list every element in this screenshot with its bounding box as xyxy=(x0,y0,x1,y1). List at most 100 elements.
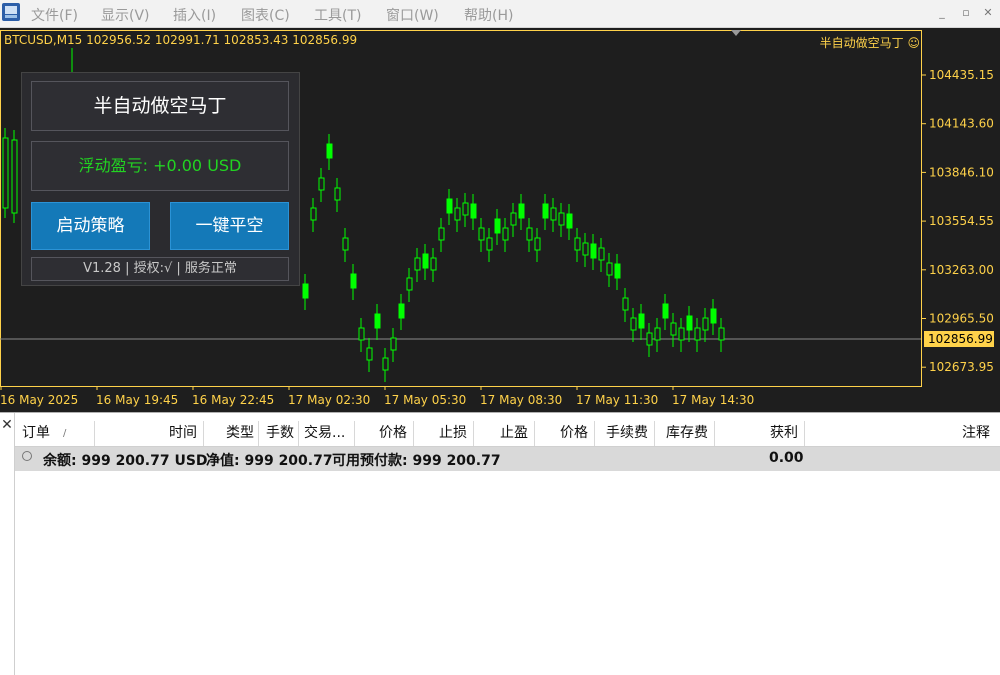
candle-body xyxy=(422,253,429,269)
candle-body xyxy=(566,213,573,229)
restore-button[interactable]: ▫ xyxy=(958,5,974,21)
menu-charts[interactable]: 图表(C) xyxy=(241,5,290,25)
candle-body xyxy=(502,227,509,241)
time-tick-label: 17 May 08:30 xyxy=(480,393,562,407)
col-stop-loss[interactable]: 止损 xyxy=(414,421,474,446)
candle-body xyxy=(582,242,589,256)
floating-pnl: 浮动盈亏: +0.00 USD xyxy=(31,141,289,191)
candle-body xyxy=(558,212,565,226)
price-tick-label: 102673.95 xyxy=(929,360,994,374)
candle-body xyxy=(478,227,485,241)
menu-tools[interactable]: 工具(T) xyxy=(314,5,361,25)
candle-body xyxy=(486,237,493,251)
candle-body xyxy=(702,317,709,331)
candle-body xyxy=(374,313,381,329)
sort-icon: / xyxy=(63,428,67,439)
price-tick-label: 103846.10 xyxy=(929,165,994,179)
candle-body xyxy=(630,317,637,331)
time-tick-label: 17 May 14:30 xyxy=(672,393,754,407)
balance-row[interactable]: 余额: 999 200.77 USD 净值: 999 200.77 可用预付款:… xyxy=(15,447,1000,471)
col-lots[interactable]: 手数 xyxy=(259,421,299,446)
price-tick-label: 103554.55 xyxy=(929,214,994,228)
col-swap[interactable]: 库存费 xyxy=(655,421,715,446)
menu-view[interactable]: 显示(V) xyxy=(101,5,150,25)
col-order[interactable]: 订单 / xyxy=(15,421,95,446)
close-window-button[interactable]: ✕ xyxy=(980,5,996,21)
terminal-panel: ✕ 订单 / 时间 类型 手数 交易... 价格 止损 止盈 价格 手续费 库存… xyxy=(0,412,1000,675)
candle-body xyxy=(382,357,389,371)
ea-panel: 半自动做空马丁 浮动盈亏: +0.00 USD 启动策略 一键平空 V1.28 … xyxy=(21,72,300,286)
candle-body xyxy=(694,327,701,341)
col-profit[interactable]: 获利 xyxy=(715,421,805,446)
menu-insert[interactable]: 插入(I) xyxy=(173,5,216,25)
price-tick-label: 103263.00 xyxy=(929,263,994,277)
candle-body xyxy=(598,247,605,261)
candle-body xyxy=(718,327,725,341)
time-tick-label: 17 May 02:30 xyxy=(288,393,370,407)
candle-body xyxy=(406,277,413,291)
candle-body xyxy=(470,203,477,219)
candle-body xyxy=(302,283,309,299)
menu-window[interactable]: 窗口(W) xyxy=(386,5,439,25)
price-chart[interactable]: 104435.15 104143.60 103846.10 103554.55 1032… xyxy=(0,28,1000,412)
menu-file[interactable]: 文件(F) xyxy=(31,5,78,25)
orders-header: 订单 / 时间 类型 手数 交易... 价格 止损 止盈 价格 手续费 库存费 … xyxy=(15,421,1000,447)
symbol-title: BTCUSD,M15 102956.52 102991.71 102853.43… xyxy=(4,33,358,47)
col-current-price[interactable]: 价格 xyxy=(535,421,595,446)
candle-body xyxy=(318,177,325,191)
candle-body xyxy=(462,202,469,216)
ea-label: 半自动做空马丁 ☺ xyxy=(819,36,920,50)
col-take-profit[interactable]: 止盈 xyxy=(474,421,535,446)
candle-body xyxy=(534,237,541,251)
ea-status: V1.28 | 授权:√ | 服务正常 xyxy=(31,257,289,281)
app-logo-icon[interactable] xyxy=(2,3,20,21)
price-tick-label: 104143.60 xyxy=(929,117,994,131)
col-comment[interactable]: 注释 xyxy=(805,421,1000,446)
time-tick-label: 16 May 22:45 xyxy=(192,393,274,407)
candle-body xyxy=(686,315,693,331)
close-all-short-button[interactable]: 一键平空 xyxy=(170,202,289,250)
free-margin-value: 可用预付款: 999 200.77 xyxy=(332,453,501,469)
candle-body xyxy=(342,237,349,251)
candle-body xyxy=(606,262,613,276)
candle-body xyxy=(638,313,645,329)
candle-body xyxy=(542,203,549,219)
col-symbol[interactable]: 交易... xyxy=(299,421,355,446)
price-tick-label: 104435.15 xyxy=(929,68,994,82)
menu-bar: 文件(F) 显示(V) 插入(I) 图表(C) 工具(T) 窗口(W) 帮助(H… xyxy=(0,0,1000,28)
candle-body xyxy=(446,198,453,214)
candle-body xyxy=(2,137,9,209)
scroll-marker xyxy=(731,30,741,36)
candle-body xyxy=(358,327,365,341)
equity-value: 净值: 999 200.77 xyxy=(206,453,333,469)
candle-body xyxy=(414,257,421,271)
price-tick-label: 102965.50 xyxy=(929,312,994,326)
col-time[interactable]: 时间 xyxy=(95,421,204,446)
candle-body xyxy=(614,263,621,279)
candle-body xyxy=(398,303,405,319)
candle-body xyxy=(590,243,597,259)
col-commission[interactable]: 手续费 xyxy=(595,421,655,446)
candle-body xyxy=(494,218,501,234)
candle-body xyxy=(350,273,357,289)
candle-body xyxy=(334,187,341,201)
close-icon[interactable]: ✕ xyxy=(0,417,14,433)
candle-body xyxy=(310,207,317,221)
candle-body xyxy=(622,297,629,311)
candle-body xyxy=(574,237,581,251)
candle-body xyxy=(430,257,437,271)
candle-body xyxy=(670,322,677,336)
minimize-button[interactable]: _ xyxy=(934,5,950,21)
candle-body xyxy=(510,212,517,226)
col-type[interactable]: 类型 xyxy=(204,421,259,446)
balance-value: 余额: 999 200.77 USD xyxy=(43,453,208,469)
candle-body xyxy=(11,139,18,214)
col-price[interactable]: 价格 xyxy=(355,421,414,446)
time-tick-label: 17 May 11:30 xyxy=(576,393,658,407)
candle-body xyxy=(678,327,685,341)
candle-body xyxy=(646,332,653,346)
candle-body xyxy=(710,308,717,324)
profit-total: 0.00 xyxy=(769,450,804,466)
start-strategy-button[interactable]: 启动策略 xyxy=(31,202,150,250)
menu-help[interactable]: 帮助(H) xyxy=(464,5,513,25)
